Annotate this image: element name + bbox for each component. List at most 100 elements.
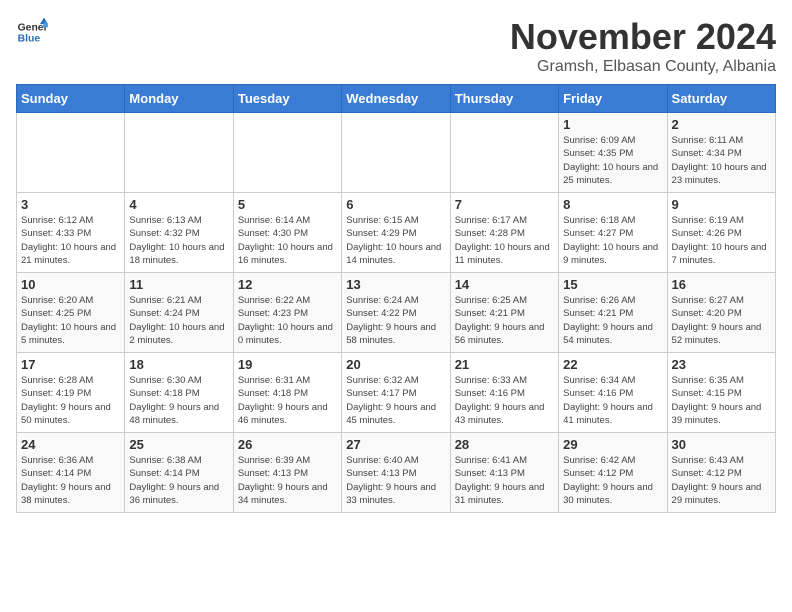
day-info: Sunrise: 6:26 AM Sunset: 4:21 PM Dayligh… bbox=[563, 294, 662, 347]
day-number: 8 bbox=[563, 197, 662, 212]
calendar-week-row: 24 Sunrise: 6:36 AM Sunset: 4:14 PM Dayli… bbox=[17, 433, 776, 513]
calendar-week-row: 3 Sunrise: 6:12 AM Sunset: 4:33 PM Daylig… bbox=[17, 193, 776, 273]
title-area: November 2024 Gramsh, Elbasan County, Al… bbox=[510, 16, 776, 76]
header-monday: Monday bbox=[125, 85, 233, 113]
day-number: 23 bbox=[672, 357, 771, 372]
table-row bbox=[342, 113, 450, 193]
table-row: 15 Sunrise: 6:26 AM Sunset: 4:21 PM Dayli… bbox=[559, 273, 667, 353]
day-info: Sunrise: 6:36 AM Sunset: 4:14 PM Dayligh… bbox=[21, 454, 120, 507]
header-wednesday: Wednesday bbox=[342, 85, 450, 113]
day-number: 29 bbox=[563, 437, 662, 452]
day-number: 13 bbox=[346, 277, 445, 292]
table-row: 1 Sunrise: 6:09 AM Sunset: 4:35 PM Daylig… bbox=[559, 113, 667, 193]
table-row: 14 Sunrise: 6:25 AM Sunset: 4:21 PM Dayli… bbox=[450, 273, 558, 353]
table-row: 3 Sunrise: 6:12 AM Sunset: 4:33 PM Daylig… bbox=[17, 193, 125, 273]
day-number: 26 bbox=[238, 437, 337, 452]
table-row: 13 Sunrise: 6:24 AM Sunset: 4:22 PM Dayli… bbox=[342, 273, 450, 353]
day-info: Sunrise: 6:40 AM Sunset: 4:13 PM Dayligh… bbox=[346, 454, 445, 507]
day-number: 25 bbox=[129, 437, 228, 452]
table-row: 27 Sunrise: 6:40 AM Sunset: 4:13 PM Dayli… bbox=[342, 433, 450, 513]
table-row: 10Sunrise: 6:20 AM Sunset: 4:25 PM Dayli… bbox=[17, 273, 125, 353]
day-number: 19 bbox=[238, 357, 337, 372]
calendar-week-row: 1 Sunrise: 6:09 AM Sunset: 4:35 PM Daylig… bbox=[17, 113, 776, 193]
day-number: 4 bbox=[129, 197, 228, 212]
day-number: 15 bbox=[563, 277, 662, 292]
table-row: 18Sunrise: 6:30 AM Sunset: 4:18 PM Dayli… bbox=[125, 353, 233, 433]
day-info: Sunrise: 6:25 AM Sunset: 4:21 PM Dayligh… bbox=[455, 294, 554, 347]
day-number: 17 bbox=[21, 357, 120, 372]
table-row: 6Sunrise: 6:15 AM Sunset: 4:29 PM Daylig… bbox=[342, 193, 450, 273]
day-info: Sunrise: 6:13 AM Sunset: 4:32 PM Dayligh… bbox=[129, 214, 228, 267]
day-info: Sunrise: 6:42 AM Sunset: 4:12 PM Dayligh… bbox=[563, 454, 662, 507]
table-row: 11 Sunrise: 6:21 AM Sunset: 4:24 PM Dayli… bbox=[125, 273, 233, 353]
logo: General Blue bbox=[16, 16, 48, 48]
table-row bbox=[17, 113, 125, 193]
day-info: Sunrise: 6:38 AM Sunset: 4:14 PM Dayligh… bbox=[129, 454, 228, 507]
table-row: 22Sunrise: 6:34 AM Sunset: 4:16 PM Dayli… bbox=[559, 353, 667, 433]
day-info: Sunrise: 6:32 AM Sunset: 4:17 PM Dayligh… bbox=[346, 374, 445, 427]
day-info: Sunrise: 6:12 AM Sunset: 4:33 PM Dayligh… bbox=[21, 214, 120, 267]
table-row bbox=[233, 113, 341, 193]
day-info: Sunrise: 6:35 AM Sunset: 4:15 PM Dayligh… bbox=[672, 374, 771, 427]
day-number: 7 bbox=[455, 197, 554, 212]
table-row: 29 Sunrise: 6:42 AM Sunset: 4:12 PM Dayli… bbox=[559, 433, 667, 513]
table-row: 21Sunrise: 6:33 AM Sunset: 4:16 PM Dayli… bbox=[450, 353, 558, 433]
day-number: 5 bbox=[238, 197, 337, 212]
table-row: 8 Sunrise: 6:18 AM Sunset: 4:27 PM Daylig… bbox=[559, 193, 667, 273]
table-row: 30Sunrise: 6:43 AM Sunset: 4:12 PM Dayli… bbox=[667, 433, 775, 513]
day-number: 11 bbox=[129, 277, 228, 292]
day-info: Sunrise: 6:20 AM Sunset: 4:25 PM Dayligh… bbox=[21, 294, 120, 347]
table-row: 20 Sunrise: 6:32 AM Sunset: 4:17 PM Dayli… bbox=[342, 353, 450, 433]
table-row: 19 Sunrise: 6:31 AM Sunset: 4:18 PM Dayli… bbox=[233, 353, 341, 433]
day-info: Sunrise: 6:17 AM Sunset: 4:28 PM Dayligh… bbox=[455, 214, 554, 267]
day-info: Sunrise: 6:18 AM Sunset: 4:27 PM Dayligh… bbox=[563, 214, 662, 267]
day-info: Sunrise: 6:21 AM Sunset: 4:24 PM Dayligh… bbox=[129, 294, 228, 347]
calendar-table: Sunday Monday Tuesday Wednesday Thursday… bbox=[16, 84, 776, 513]
day-info: Sunrise: 6:11 AM Sunset: 4:34 PM Dayligh… bbox=[672, 134, 771, 187]
day-number: 1 bbox=[563, 117, 662, 132]
day-number: 14 bbox=[455, 277, 554, 292]
calendar-week-row: 10Sunrise: 6:20 AM Sunset: 4:25 PM Dayli… bbox=[17, 273, 776, 353]
day-number: 20 bbox=[346, 357, 445, 372]
day-info: Sunrise: 6:22 AM Sunset: 4:23 PM Dayligh… bbox=[238, 294, 337, 347]
day-number: 9 bbox=[672, 197, 771, 212]
table-row: 12Sunrise: 6:22 AM Sunset: 4:23 PM Dayli… bbox=[233, 273, 341, 353]
header-tuesday: Tuesday bbox=[233, 85, 341, 113]
day-number: 16 bbox=[672, 277, 771, 292]
table-row: 2 Sunrise: 6:11 AM Sunset: 4:34 PM Daylig… bbox=[667, 113, 775, 193]
table-row bbox=[450, 113, 558, 193]
day-number: 24 bbox=[21, 437, 120, 452]
day-info: Sunrise: 6:43 AM Sunset: 4:12 PM Dayligh… bbox=[672, 454, 771, 507]
day-number: 3 bbox=[21, 197, 120, 212]
day-info: Sunrise: 6:34 AM Sunset: 4:16 PM Dayligh… bbox=[563, 374, 662, 427]
location-title: Gramsh, Elbasan County, Albania bbox=[510, 58, 776, 76]
calendar-header-row: Sunday Monday Tuesday Wednesday Thursday… bbox=[17, 85, 776, 113]
table-row: 24 Sunrise: 6:36 AM Sunset: 4:14 PM Dayli… bbox=[17, 433, 125, 513]
day-info: Sunrise: 6:24 AM Sunset: 4:22 PM Dayligh… bbox=[346, 294, 445, 347]
day-info: Sunrise: 6:15 AM Sunset: 4:29 PM Dayligh… bbox=[346, 214, 445, 267]
table-row: 26 Sunrise: 6:39 AM Sunset: 4:13 PM Dayli… bbox=[233, 433, 341, 513]
logo-icon: General Blue bbox=[16, 16, 48, 48]
page-header: General Blue November 2024 Gramsh, Elbas… bbox=[16, 16, 776, 76]
day-info: Sunrise: 6:31 AM Sunset: 4:18 PM Dayligh… bbox=[238, 374, 337, 427]
calendar-week-row: 17 Sunrise: 6:28 AM Sunset: 4:19 PM Dayli… bbox=[17, 353, 776, 433]
header-thursday: Thursday bbox=[450, 85, 558, 113]
table-row: 28 Sunrise: 6:41 AM Sunset: 4:13 PM Dayli… bbox=[450, 433, 558, 513]
table-row: 16Sunrise: 6:27 AM Sunset: 4:20 PM Dayli… bbox=[667, 273, 775, 353]
day-info: Sunrise: 6:09 AM Sunset: 4:35 PM Dayligh… bbox=[563, 134, 662, 187]
table-row: 9Sunrise: 6:19 AM Sunset: 4:26 PM Daylig… bbox=[667, 193, 775, 273]
day-info: Sunrise: 6:41 AM Sunset: 4:13 PM Dayligh… bbox=[455, 454, 554, 507]
day-info: Sunrise: 6:14 AM Sunset: 4:30 PM Dayligh… bbox=[238, 214, 337, 267]
table-row: 4 Sunrise: 6:13 AM Sunset: 4:32 PM Daylig… bbox=[125, 193, 233, 273]
day-number: 28 bbox=[455, 437, 554, 452]
day-number: 27 bbox=[346, 437, 445, 452]
day-info: Sunrise: 6:39 AM Sunset: 4:13 PM Dayligh… bbox=[238, 454, 337, 507]
table-row: 17 Sunrise: 6:28 AM Sunset: 4:19 PM Dayli… bbox=[17, 353, 125, 433]
day-info: Sunrise: 6:28 AM Sunset: 4:19 PM Dayligh… bbox=[21, 374, 120, 427]
table-row: 5 Sunrise: 6:14 AM Sunset: 4:30 PM Daylig… bbox=[233, 193, 341, 273]
table-row: 23 Sunrise: 6:35 AM Sunset: 4:15 PM Dayli… bbox=[667, 353, 775, 433]
header-sunday: Sunday bbox=[17, 85, 125, 113]
header-friday: Friday bbox=[559, 85, 667, 113]
table-row: 7 Sunrise: 6:17 AM Sunset: 4:28 PM Daylig… bbox=[450, 193, 558, 273]
day-number: 2 bbox=[672, 117, 771, 132]
